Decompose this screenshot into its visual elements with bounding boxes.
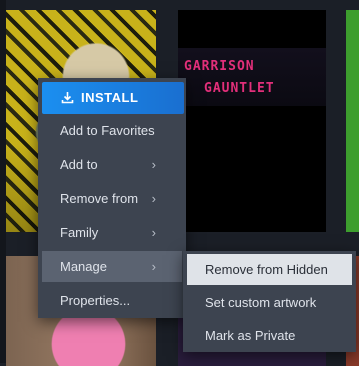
menu-item-label: Add to <box>60 157 98 172</box>
manage-submenu: Remove from Hidden Set custom artwork Ma… <box>183 251 356 352</box>
install-label: INSTALL <box>81 90 139 105</box>
game-tile-garrison-gauntlet[interactable] <box>178 10 326 232</box>
submenu-item-label: Remove from Hidden <box>205 262 328 277</box>
garrison-gauntlet-logo: GARRISON GAUNTLET <box>184 56 324 100</box>
menu-item-label: Manage <box>60 259 107 274</box>
logo-line-2: GAUNTLET <box>204 81 275 96</box>
submenu-item-set-custom-artwork[interactable]: Set custom artwork <box>187 287 352 318</box>
menu-item-label: Properties... <box>60 293 131 308</box>
game-context-menu: INSTALL Add to Favorites Add to › Remove… <box>38 78 186 318</box>
submenu-item-remove-from-hidden[interactable]: Remove from Hidden <box>187 254 352 285</box>
game-tile-green[interactable] <box>346 10 359 232</box>
submenu-item-label: Set custom artwork <box>205 295 317 310</box>
menu-item-add-to-favorites[interactable]: Add to Favorites <box>42 115 182 146</box>
menu-item-properties[interactable]: Properties... <box>42 285 182 316</box>
menu-item-remove-from[interactable]: Remove from › <box>42 183 182 214</box>
download-icon <box>61 92 74 104</box>
chevron-right-icon: › <box>151 157 156 172</box>
menu-item-add-to[interactable]: Add to › <box>42 149 182 180</box>
menu-item-manage[interactable]: Manage › <box>42 251 182 282</box>
submenu-item-mark-as-private[interactable]: Mark as Private <box>187 320 352 351</box>
logo-line-1: GARRISON <box>184 59 255 74</box>
chevron-right-icon: › <box>151 225 156 240</box>
submenu-item-label: Mark as Private <box>205 328 296 343</box>
chevron-right-icon: › <box>151 259 156 274</box>
chevron-right-icon: › <box>151 191 156 206</box>
menu-item-family[interactable]: Family › <box>42 217 182 248</box>
menu-item-label: Add to Favorites <box>60 123 155 138</box>
install-button[interactable]: INSTALL <box>42 82 184 114</box>
menu-item-label: Remove from <box>60 191 139 206</box>
menu-item-label: Family <box>60 225 99 240</box>
